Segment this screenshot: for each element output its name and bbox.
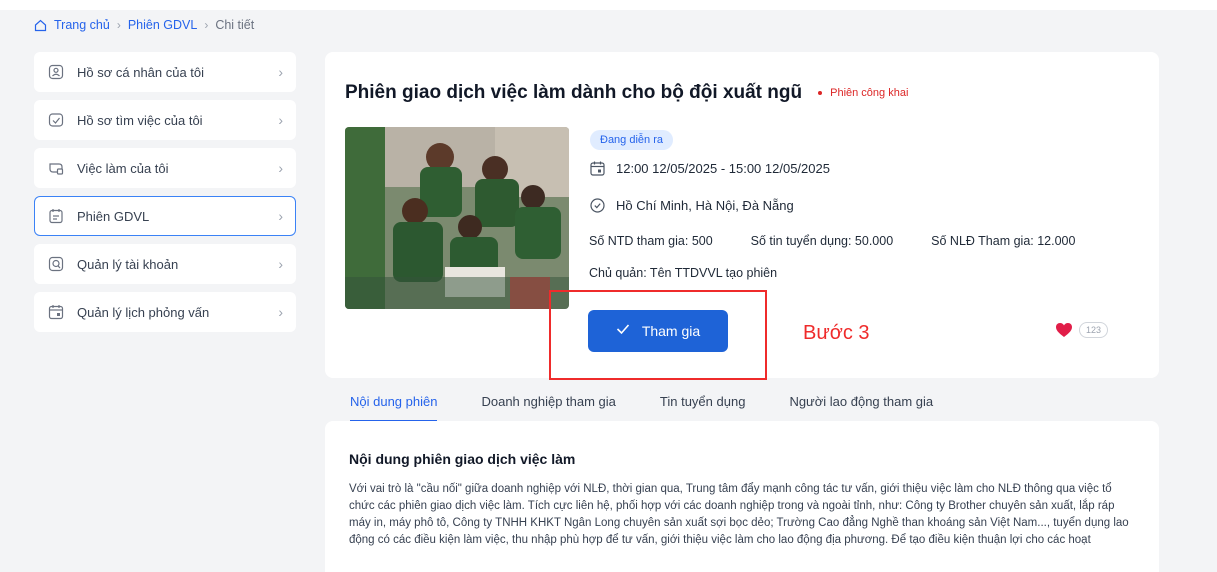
datetime-row: 12:00 12/05/2025 - 15:00 12/05/2025: [589, 160, 830, 177]
sidebar-item-label: Hồ sơ cá nhân của tôi: [77, 64, 205, 80]
calendar-icon: [589, 160, 606, 177]
account-icon: [47, 255, 65, 273]
breadcrumb-separator-icon: ›: [116, 18, 121, 32]
profile-icon: [47, 63, 65, 81]
tab-bar: Nội dung phiên Doanh nghiệp tham gia Tin…: [325, 394, 1159, 422]
sidebar-item-account[interactable]: Quản lý tài khoản ›: [34, 244, 296, 284]
tab-session-content[interactable]: Nội dung phiên: [350, 394, 438, 422]
visibility-label: Phiên công khai: [830, 87, 909, 99]
like-count: 123: [1079, 322, 1109, 338]
status-chip: Đang diễn ra: [590, 130, 673, 150]
sidebar-item-my-jobs[interactable]: Việc làm của tôi ›: [34, 148, 296, 188]
join-button[interactable]: Tham gia: [588, 310, 728, 352]
heart-icon[interactable]: [1055, 322, 1073, 338]
breadcrumb-home-link[interactable]: Trang chủ: [54, 18, 110, 32]
chevron-right-icon: ›: [278, 64, 283, 80]
check-icon: [616, 322, 630, 340]
sidebar-item-interviews[interactable]: Quản lý lịch phỏng vấn ›: [34, 292, 296, 332]
job-icon: [47, 159, 65, 177]
sidebar-item-label: Việc làm của tôi: [77, 160, 169, 176]
postings-count: Số tin tuyển dụng: 50.000: [750, 234, 894, 248]
session-owner: Chủ quản: Tên TTDVVL tạo phiên: [589, 266, 778, 280]
location-row: Hồ Chí Minh, Hà Nội, Đà Nẵng: [589, 197, 794, 214]
session-card: Phiên giao dịch việc làm dành cho bộ đội…: [325, 52, 1159, 380]
visibility-dot-icon: [818, 91, 823, 95]
sidebar-item-sessions[interactable]: Phiên GDVL ›: [34, 196, 296, 236]
resume-icon: [47, 111, 65, 129]
session-photo: [345, 127, 569, 309]
sidebar-item-label: Quản lý lịch phỏng vấn: [77, 304, 210, 320]
top-bar: [0, 0, 1217, 10]
session-datetime: 12:00 12/05/2025 - 15:00 12/05/2025: [616, 161, 830, 176]
breadcrumb: Trang chủ › Phiên GDVL › Chi tiết: [34, 16, 254, 34]
location-icon: [589, 197, 606, 214]
employers-count: Số NTD tham gia: 500: [589, 234, 713, 248]
home-icon[interactable]: [34, 19, 47, 32]
chevron-right-icon: ›: [278, 112, 283, 128]
content-body: Với vai trò là "cầu nối" giữa doanh nghi…: [349, 483, 1129, 546]
tab-workers[interactable]: Người lao động tham gia: [789, 394, 933, 422]
content-heading: Nội dung phiên giao dịch việc làm: [349, 451, 576, 467]
sidebar-item-label: Quản lý tài khoản: [77, 256, 179, 272]
chevron-right-icon: ›: [278, 304, 283, 320]
workers-count: Số NLĐ Tham gia: 12.000: [931, 234, 1076, 248]
step-label: Bước 3: [803, 322, 870, 344]
visibility-badge: Phiên công khai: [818, 87, 908, 99]
like-widget: 123: [1055, 322, 1109, 338]
session-icon: [47, 207, 65, 225]
chevron-right-icon: ›: [278, 256, 283, 272]
calendar-icon: [47, 303, 65, 321]
tab-postings[interactable]: Tin tuyển dụng: [660, 394, 746, 422]
sidebar: Hồ sơ cá nhân của tôi › Hồ sơ tìm việc c…: [34, 52, 296, 340]
session-location: Hồ Chí Minh, Hà Nội, Đà Nẵng: [616, 198, 794, 213]
sidebar-item-label: Phiên GDVL: [77, 208, 150, 224]
sidebar-item-label: Hồ sơ tìm việc của tôi: [77, 112, 203, 128]
sidebar-item-profile[interactable]: Hồ sơ cá nhân của tôi ›: [34, 52, 296, 92]
sidebar-item-resume[interactable]: Hồ sơ tìm việc của tôi ›: [34, 100, 296, 140]
stats-row: Số NTD tham gia: 500 Số tin tuyển dụng: …: [589, 234, 1075, 248]
join-button-label: Tham gia: [641, 323, 701, 339]
content-panel: Nội dung phiên giao dịch việc làm Với va…: [325, 421, 1159, 572]
breadcrumb-section-link[interactable]: Phiên GDVL: [128, 18, 197, 32]
breadcrumb-separator-icon: ›: [204, 18, 209, 32]
chevron-right-icon: ›: [278, 160, 283, 176]
session-title-row: Phiên giao dịch việc làm dành cho bộ đội…: [345, 82, 908, 104]
tab-employers[interactable]: Doanh nghiệp tham gia: [481, 394, 615, 422]
breadcrumb-current: Chi tiết: [215, 18, 255, 32]
session-title: Phiên giao dịch việc làm dành cho bộ đội…: [345, 82, 803, 103]
chevron-right-icon: ›: [278, 208, 283, 224]
